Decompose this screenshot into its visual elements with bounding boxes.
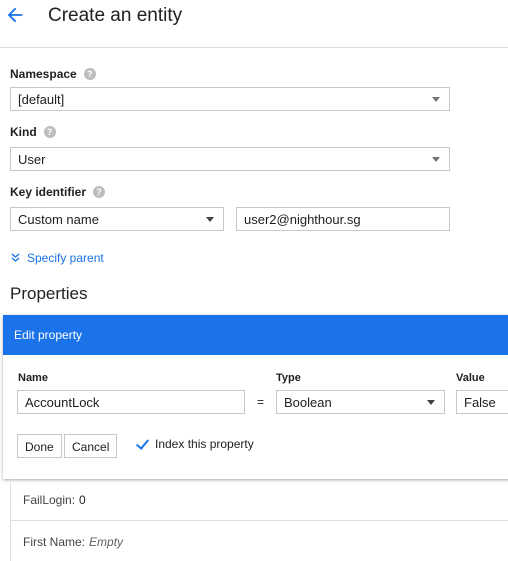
- key-identifier-label-text: Key identifier: [10, 185, 87, 199]
- property-type-select[interactable]: Boolean: [276, 390, 445, 414]
- key-type-select[interactable]: Custom name: [10, 207, 224, 231]
- list-item[interactable]: First Name: Empty: [11, 521, 508, 561]
- chevron-down-icon: [206, 217, 214, 222]
- kind-label: Kind ?: [10, 125, 56, 139]
- index-property-label: Index this property: [155, 437, 254, 451]
- done-button[interactable]: Done: [17, 434, 62, 458]
- kind-value: User: [18, 152, 46, 167]
- list-item[interactable]: FailLogin: 0: [11, 479, 508, 521]
- kind-select[interactable]: User: [10, 147, 450, 171]
- key-identifier-label: Key identifier ?: [10, 185, 106, 199]
- property-value: 0: [79, 492, 86, 507]
- namespace-label-text: Namespace: [10, 67, 77, 81]
- key-name-input[interactable]: user2@nighthour.sg: [236, 207, 450, 231]
- chevron-down-icon: [427, 400, 435, 405]
- chevron-down-icon: [432, 157, 440, 162]
- page-title: Create an entity: [48, 5, 183, 26]
- help-icon[interactable]: ?: [93, 186, 106, 198]
- property-type-value: Boolean: [284, 395, 332, 410]
- property-list: FailLogin: 0 First Name: Empty: [10, 479, 508, 561]
- edit-property-card: Edit property Name Type Value AccountLoc…: [3, 315, 508, 479]
- property-name-input[interactable]: AccountLock: [17, 390, 245, 414]
- equals-sign: =: [257, 395, 265, 409]
- namespace-value: [default]: [18, 92, 65, 107]
- type-column-label: Type: [276, 372, 301, 384]
- app-header: Create an entity: [0, 0, 508, 48]
- edit-property-header: Edit property: [3, 315, 508, 355]
- checkmark-icon: [135, 438, 148, 451]
- specify-parent-link[interactable]: Specify parent: [11, 251, 104, 265]
- name-column-label: Name: [18, 372, 48, 384]
- cancel-button[interactable]: Cancel: [64, 434, 118, 458]
- double-chevron-down-icon: [11, 253, 20, 262]
- key-name-value: user2@nighthour.sg: [244, 212, 361, 227]
- help-icon[interactable]: ?: [43, 126, 56, 138]
- key-type-value: Custom name: [18, 212, 99, 227]
- property-value-select[interactable]: False: [456, 390, 508, 414]
- namespace-label: Namespace ?: [10, 67, 96, 81]
- property-name-value: AccountLock: [25, 395, 100, 410]
- namespace-select[interactable]: [default]: [10, 87, 450, 111]
- property-name: First Name:: [23, 534, 86, 549]
- edit-property-title: Edit property: [14, 328, 83, 342]
- chevron-down-icon: [432, 97, 440, 102]
- properties-heading: Properties: [10, 284, 88, 303]
- help-icon[interactable]: ?: [83, 68, 96, 80]
- property-value-value: False: [464, 395, 496, 410]
- value-column-label: Value: [456, 372, 485, 384]
- index-property-checkbox[interactable]: Index this property: [135, 437, 254, 451]
- property-name: FailLogin:: [23, 492, 76, 507]
- kind-label-text: Kind: [10, 125, 37, 139]
- property-value: Empty: [89, 534, 124, 549]
- back-arrow-icon[interactable]: [4, 4, 26, 26]
- specify-parent-label: Specify parent: [27, 251, 104, 265]
